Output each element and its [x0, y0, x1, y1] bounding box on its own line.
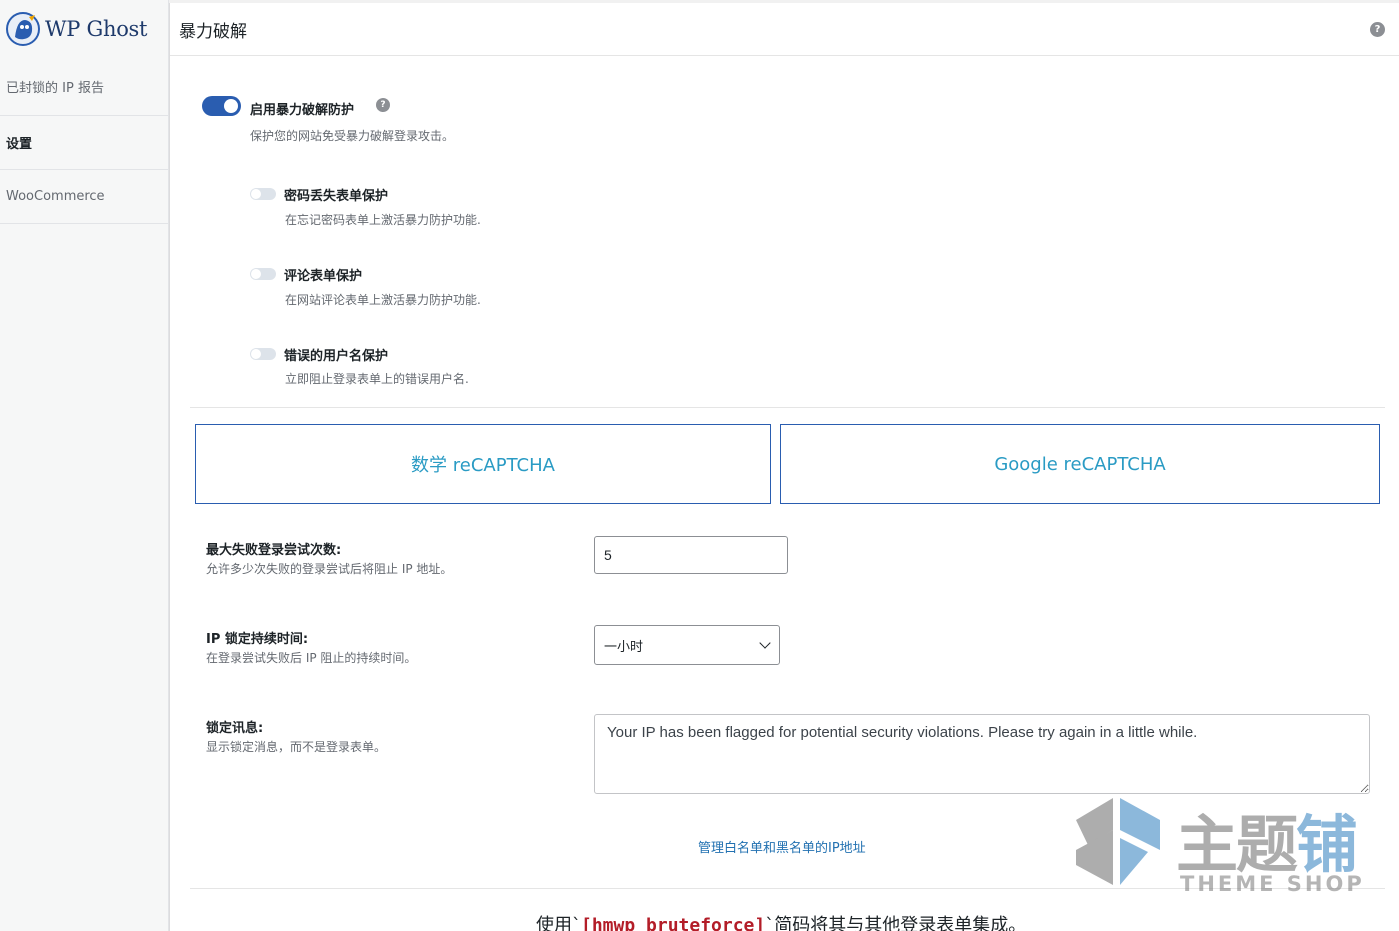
max-attempts-input[interactable]: [594, 536, 788, 574]
wrong-username-protection-toggle[interactable]: [250, 348, 276, 360]
sidebar-item-settings[interactable]: 设置: [0, 116, 168, 170]
max-attempts-description: 允许多少次失败的登录尝试后将阻止 IP 地址。: [206, 562, 453, 576]
main-panel: 暴力破解 ? 启用暴力破解防护 ? 保护您的网站免受暴力破解登录攻击。 密码丢失…: [169, 3, 1399, 931]
page-title: 暴力破解: [179, 21, 247, 42]
shortcode-suffix: `简码将其与其他登录表单集成。: [765, 915, 1027, 931]
comment-form-protection-title: 评论表单保护: [284, 269, 363, 284]
lockout-duration-selected: 一小时: [604, 639, 644, 655]
sidebar-item-label: 设置: [6, 137, 33, 152]
brute-force-toggle-title: 启用暴力破解防护: [250, 103, 355, 118]
lost-password-protection-toggle[interactable]: [250, 188, 276, 200]
question-icon[interactable]: ?: [376, 98, 390, 112]
lockout-duration-select[interactable]: 一小时: [594, 625, 780, 665]
comment-form-protection-toggle[interactable]: [250, 268, 276, 280]
max-attempts-label: 最大失败登录尝试次数:: [206, 543, 342, 558]
lost-password-protection-title: 密码丢失表单保护: [284, 189, 389, 204]
ghost-logo-icon: [6, 12, 40, 46]
shortcode-hint: 使用`[hmwp_bruteforce]`简码将其与其他登录表单集成。: [536, 911, 1026, 931]
brand-name: WP Ghost: [45, 17, 148, 41]
shortcode-prefix: 使用`: [536, 915, 581, 931]
wrong-username-protection-description: 立即阻止登录表单上的错误用户名.: [285, 372, 469, 386]
sidebar-item-label: WooCommerce: [6, 189, 105, 204]
shortcode-code: [hmwp_bruteforce]: [581, 915, 766, 931]
sidebar-item-label: 已封锁的 IP 报告: [6, 81, 104, 96]
brute-force-toggle[interactable]: [202, 96, 241, 116]
divider: [190, 407, 1385, 408]
manage-ips-link[interactable]: 管理白名单和黑名单的IP地址: [698, 837, 866, 856]
brand-logo[interactable]: WP Ghost: [0, 0, 168, 58]
tab-google-recaptcha[interactable]: Google reCAPTCHA: [780, 424, 1380, 504]
lockout-message-description: 显示锁定消息，而不是登录表单。: [206, 740, 387, 754]
help-icon[interactable]: ?: [1370, 21, 1385, 37]
lost-password-protection-description: 在忘记密码表单上激活暴力防护功能.: [285, 213, 481, 227]
lockout-message-label: 锁定讯息:: [206, 721, 264, 736]
divider: [190, 888, 1385, 889]
sidebar-item-blocked-ip-report[interactable]: 已封锁的 IP 报告: [0, 58, 168, 116]
page-header: 暴力破解 ?: [170, 3, 1399, 56]
tab-label: Google reCAPTCHA: [994, 453, 1166, 475]
lockout-message-textarea[interactable]: Your IP has been flagged for potential s…: [594, 714, 1370, 794]
lockout-duration-label: IP 锁定持续时间:: [206, 632, 309, 647]
tab-math-recaptcha[interactable]: 数学 reCAPTCHA: [195, 424, 771, 504]
sidebar: WP Ghost 已封锁的 IP 报告 设置 WooCommerce: [0, 0, 169, 931]
chevron-down-icon: [759, 637, 771, 649]
brute-force-toggle-description: 保护您的网站免受暴力破解登录攻击。: [250, 129, 455, 143]
sidebar-item-woocommerce[interactable]: WooCommerce: [0, 170, 168, 224]
lockout-duration-description: 在登录尝试失败后 IP 阻止的持续时间。: [206, 651, 417, 665]
wrong-username-protection-title: 错误的用户名保护: [284, 349, 389, 364]
comment-form-protection-description: 在网站评论表单上激活暴力防护功能.: [285, 293, 481, 307]
tab-label: 数学 reCAPTCHA: [411, 455, 555, 476]
